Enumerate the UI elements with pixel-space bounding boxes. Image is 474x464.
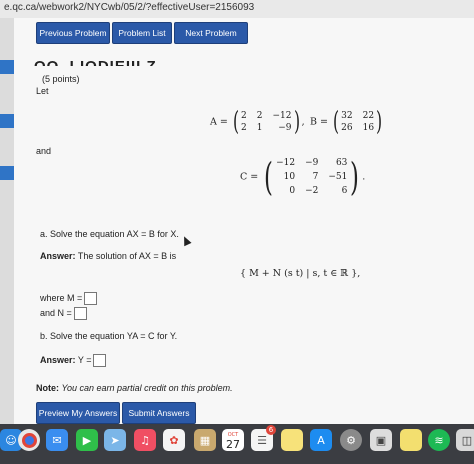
browser-url-bar[interactable]: e.qc.ca/webwork2/NYCwb/05/2/?effectiveUs… <box>0 0 474 18</box>
side-tab[interactable] <box>0 114 14 128</box>
stickies-icon[interactable] <box>281 429 303 451</box>
answer-a-text: The solution of AX = B is <box>77 251 177 261</box>
problem-title: OO. I IODIEIII Z <box>34 58 157 66</box>
part-b-prompt: b. Solve the equation YA = C for Y. <box>40 331 178 341</box>
matrix-cell: 6 <box>341 186 348 196</box>
notification-badge: 6 <box>266 425 276 435</box>
next-problem-button[interactable]: Next Problem <box>174 22 248 44</box>
side-tab[interactable] <box>0 166 14 180</box>
matrix-cell: −9 <box>305 158 319 168</box>
matrix-cell: 2 <box>241 123 247 133</box>
answer-b-prefix: Answer: <box>40 354 76 365</box>
matrix-cell: −12 <box>276 158 296 168</box>
matrix-cell: −51 <box>328 172 348 182</box>
n-answer-input[interactable] <box>73 307 87 320</box>
matrix-cell: 0 <box>289 186 296 196</box>
reminders-icon[interactable]: ☰ 6 <box>251 425 276 451</box>
photos-icon[interactable]: ✿ <box>163 429 185 451</box>
answer-a-line: Answer: The solution of AX = B is <box>40 251 176 261</box>
url-text: e.qc.ca/webwork2/NYCwb/05/2/?effectiveUs… <box>4 2 255 13</box>
matrix-c: C = ( −12 −9 63 10 7 −51 0 −2 6 ) . <box>240 155 366 199</box>
facetime-icon[interactable]: ▶ <box>76 429 98 451</box>
note-text: You can earn partial credit on this prob… <box>61 383 233 393</box>
y-answer-input[interactable] <box>93 354 107 367</box>
previous-problem-button[interactable]: Previous Problem <box>36 22 110 44</box>
where-m-label: where M = <box>40 292 83 303</box>
problem-page: Previous Problem Problem List Next Probl… <box>14 18 474 424</box>
let-label: Let <box>36 86 49 96</box>
notes-yellow-icon[interactable] <box>400 429 422 451</box>
matrix-cell: 63 <box>335 158 348 168</box>
note: Note: You can earn partial credit on thi… <box>36 383 233 393</box>
matrix-cell: −2 <box>305 186 319 196</box>
notes-icon[interactable]: ▦ <box>194 429 216 451</box>
matrix-cell: 7 <box>312 172 319 182</box>
matrix-cell: 32 <box>341 111 353 121</box>
calendar-icon[interactable]: OCT 27 <box>222 429 244 451</box>
answer-b-line: Answer: Y = <box>40 354 107 367</box>
and-label: and <box>36 146 52 156</box>
matrix-c-label: C = <box>240 171 259 183</box>
chrome-icon[interactable] <box>18 429 40 451</box>
system-preferences-icon[interactable]: ⚙ <box>340 429 362 451</box>
answer-a-prefix: Answer: <box>40 251 76 261</box>
m-answer-input[interactable] <box>84 292 98 305</box>
problem-list-button[interactable]: Problem List <box>112 22 172 44</box>
screenshot-icon[interactable]: ◫ <box>456 429 474 451</box>
mouse-cursor <box>180 234 192 247</box>
matrix-cell: 10 <box>283 172 296 182</box>
matrix-cell: −12 <box>272 111 292 121</box>
matrix-cell: 2 <box>256 111 263 121</box>
matrix-a: A = ( 2 2 −12 2 1 −9 ) , <box>210 107 305 137</box>
matrix-b-label: B = <box>310 116 328 128</box>
matrix-b: B = ( 32 22 26 16 ) <box>310 107 383 137</box>
and-n-label: and N = <box>40 307 72 318</box>
side-tab[interactable] <box>0 60 14 74</box>
mail-icon[interactable]: ✉ <box>46 429 68 451</box>
macos-dock: ☺ ✉ ▶ ➤ ♫ ✿ ▦ OCT 27 ☰ 6 A ⚙ ▣ ≋ ◫ <box>0 424 474 464</box>
part-a-prompt: a. Solve the equation AX = B for X. <box>40 229 179 239</box>
and-n-line: and N = <box>40 307 87 320</box>
submit-answers-button[interactable]: Submit Answers <box>122 402 196 424</box>
maps-icon[interactable]: ➤ <box>104 429 126 451</box>
matrix-cell: 22 <box>362 111 375 121</box>
music-icon[interactable]: ♫ <box>134 429 156 451</box>
points-label: (5 points) <box>42 74 80 84</box>
matrix-a-label: A = <box>210 116 228 128</box>
matrix-cell: 26 <box>341 123 353 133</box>
matrix-cell: 2 <box>241 111 247 121</box>
where-m-line: where M = <box>40 292 98 305</box>
note-label: Note: <box>36 383 59 393</box>
matrix-cell: 16 <box>362 123 375 133</box>
matrix-cell: −9 <box>278 123 292 133</box>
appstore-icon[interactable]: A <box>310 429 332 451</box>
calendar-day: 27 <box>226 438 240 451</box>
spotify-icon[interactable]: ≋ <box>428 429 450 451</box>
preview-icon[interactable]: ▣ <box>370 429 392 451</box>
answer-b-text: Y = <box>77 354 92 365</box>
solution-set: { M + N (s t) | s, t ∈ ℝ }, <box>240 268 361 279</box>
matrix-cell: 1 <box>256 123 263 133</box>
preview-answers-button[interactable]: Preview My Answers <box>36 402 120 424</box>
